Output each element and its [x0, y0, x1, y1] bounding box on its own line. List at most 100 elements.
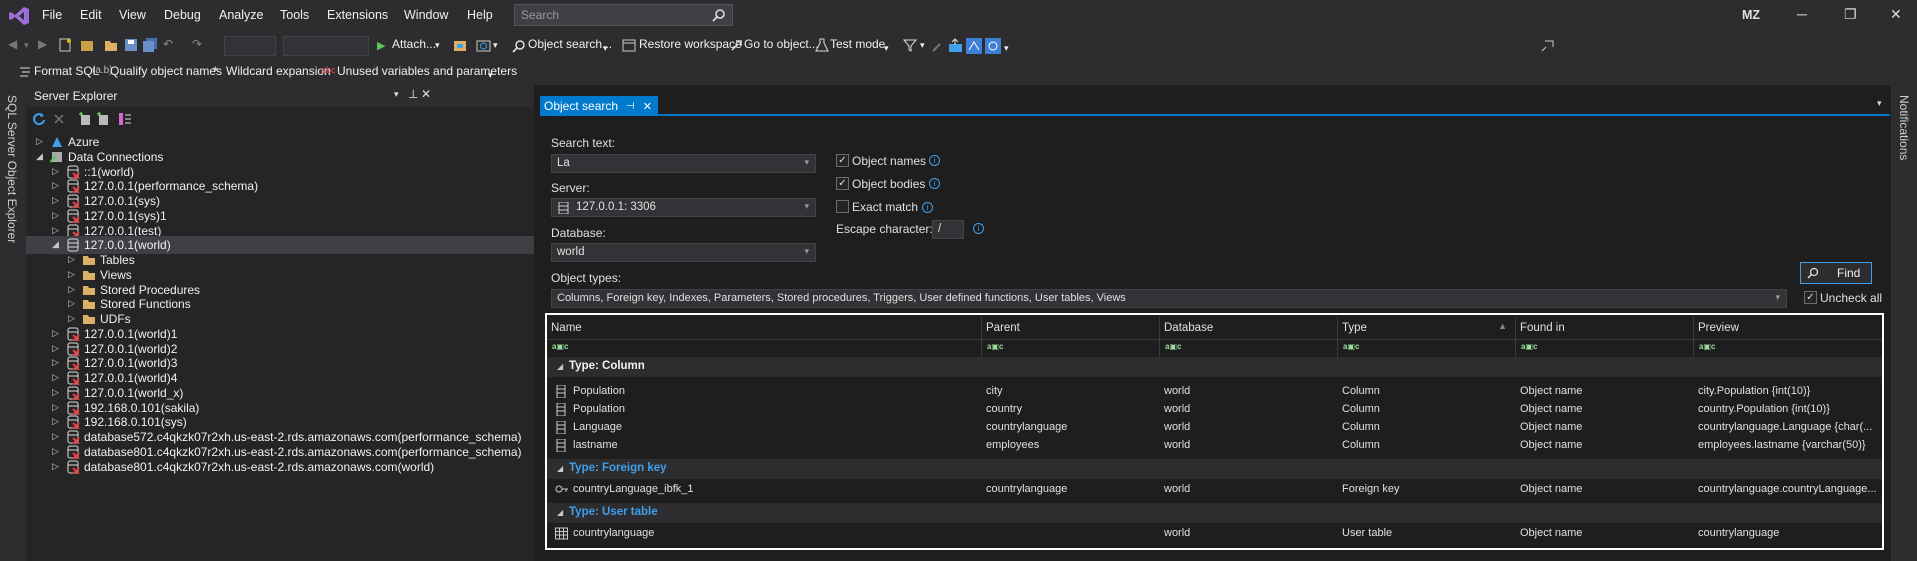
info-icon[interactable]: i — [973, 223, 984, 234]
wildcard-expansion-button[interactable]: Wildcard expansion — [226, 64, 331, 78]
menu-analyze[interactable]: Analyze — [219, 8, 263, 22]
filter-cell-found-in[interactable]: a▣c — [1516, 339, 1694, 357]
find-button[interactable]: Find — [1800, 262, 1872, 284]
filter-cell-preview[interactable]: a▣c — [1694, 339, 1882, 357]
info-icon[interactable]: i — [929, 178, 940, 189]
forward-icon[interactable]: ▶ — [38, 37, 47, 51]
attach-button[interactable]: Attach... — [392, 37, 436, 51]
panel-close-icon[interactable]: ✕ — [421, 87, 431, 101]
group-header[interactable]: ◢ Type: Column — [547, 357, 1882, 377]
menu-view[interactable]: View — [119, 8, 146, 22]
expand-arrow-icon[interactable]: ▷ — [68, 269, 75, 280]
group-header[interactable]: ◢ Type: User table — [547, 503, 1882, 523]
undo-icon[interactable]: ↶ — [163, 37, 173, 51]
menu-tools[interactable]: Tools — [280, 8, 309, 22]
export-icon[interactable] — [948, 38, 964, 54]
info-icon[interactable]: i — [922, 202, 933, 213]
expand-arrow-icon[interactable]: ▷ — [52, 431, 59, 442]
tab-list-dropdown-icon[interactable]: ▾ — [1877, 98, 1882, 109]
user-avatar[interactable]: MZ — [1742, 8, 1760, 22]
object-bodies-checkbox[interactable]: ✓ — [836, 177, 849, 190]
result-row[interactable]: countrylanguage world User table Object nam… — [547, 525, 1882, 543]
restore-workspace-button[interactable]: Restore workspace — [639, 37, 742, 51]
platform-dropdown[interactable] — [283, 36, 369, 56]
pin-icon[interactable]: ⊥ — [408, 87, 418, 101]
new-project-icon[interactable] — [80, 38, 96, 54]
dropdown-icon[interactable]: ▾ — [24, 40, 29, 51]
collapse-arrow-icon[interactable]: ◢ — [557, 508, 563, 517]
filter-icon[interactable] — [902, 38, 919, 54]
search-input[interactable]: Search — [514, 4, 733, 26]
notifications-tab[interactable]: Notifications — [1891, 85, 1917, 561]
redo-icon[interactable]: ↷ — [192, 37, 202, 51]
expand-arrow-icon[interactable]: ▷ — [68, 254, 75, 265]
object-search-icon[interactable] — [512, 39, 528, 55]
save-all-icon[interactable] — [143, 38, 159, 54]
server-combobox[interactable]: 127.0.0.1: 3306 ▾ — [551, 198, 816, 217]
collapse-arrow-icon[interactable]: ◢ — [557, 464, 563, 473]
chevron-down-icon[interactable]: ▾ — [804, 246, 809, 257]
expand-arrow-icon[interactable]: ▷ — [52, 461, 59, 472]
chevron-down-icon[interactable]: ▾ — [804, 201, 809, 212]
expand-arrow-icon[interactable]: ▷ — [52, 225, 59, 236]
object-names-checkbox[interactable]: ✓ — [836, 154, 849, 167]
uncheck-all-checkbox[interactable]: ✓ — [1804, 291, 1817, 304]
menu-edit[interactable]: Edit — [80, 8, 102, 22]
expand-arrow-icon[interactable]: ▷ — [52, 180, 59, 191]
object-types-combobox[interactable]: Columns, Foreign key, Indexes, Parameter… — [551, 289, 1787, 308]
database-combobox[interactable]: world ▾ — [551, 243, 816, 262]
restore-workspace-icon[interactable] — [622, 39, 638, 55]
result-row[interactable]: Language countrylanguage world Column Object… — [547, 419, 1882, 437]
refresh-icon[interactable] — [32, 112, 48, 128]
expand-arrow-icon[interactable]: ▷ — [68, 298, 75, 309]
filter-dropdown-icon[interactable]: ▾ — [920, 40, 925, 51]
play-icon[interactable]: ▶ — [377, 39, 385, 52]
expand-arrow-icon[interactable]: ▷ — [52, 343, 59, 354]
back-icon[interactable]: ◀ — [8, 37, 17, 51]
column-header-type[interactable]: Type ▲ — [1338, 317, 1516, 339]
group-header[interactable]: ◢ Type: Foreign key — [547, 459, 1882, 479]
camera-icon[interactable] — [476, 38, 492, 54]
column-header-database[interactable]: Database — [1160, 317, 1338, 339]
expand-arrow-icon[interactable]: ▷ — [36, 136, 43, 147]
column-header-name[interactable]: Name — [547, 317, 982, 339]
object-search-button[interactable]: Object search... — [528, 37, 612, 51]
restore-icon[interactable]: ❐ — [1844, 6, 1857, 23]
expand-arrow-icon[interactable]: ▷ — [52, 372, 59, 383]
menu-help[interactable]: Help — [467, 8, 493, 22]
test-mode-button[interactable]: Test mode — [830, 37, 885, 51]
sql-server-object-explorer-tab[interactable]: SQL Server Object Explorer — [0, 85, 26, 561]
stop-icon[interactable] — [52, 112, 68, 128]
menu-file[interactable]: File — [42, 8, 62, 22]
configuration-dropdown[interactable] — [224, 36, 276, 56]
toolbar-overflow-icon[interactable]: ▾ — [488, 70, 493, 81]
column-header-preview[interactable]: Preview — [1694, 317, 1882, 339]
expand-arrow-icon[interactable]: ▷ — [52, 446, 59, 457]
feedback-icon[interactable] — [1540, 38, 1556, 54]
open-file-icon[interactable] — [104, 38, 120, 54]
tool-icon[interactable] — [930, 38, 946, 54]
escape-character-input[interactable]: / — [932, 220, 964, 239]
object-search-dropdown-icon[interactable]: ▾ — [603, 43, 608, 54]
expand-arrow-icon[interactable]: ▷ — [68, 313, 75, 324]
expand-arrow-icon[interactable]: ▷ — [68, 284, 75, 295]
tab-pin-icon[interactable]: ⊣ — [626, 101, 635, 112]
tree-item[interactable]: ▷ database801.c4qkzk07r2xh.us-east-2.rds.… — [26, 458, 534, 476]
compare-icon[interactable] — [966, 38, 982, 54]
filter-cell-type[interactable]: a▣c — [1338, 339, 1516, 357]
more-dropdown-icon[interactable]: ▾ — [1004, 43, 1009, 54]
collapse-arrow-icon[interactable]: ◢ — [52, 239, 59, 250]
go-to-object-button[interactable]: Go to object... — [744, 37, 819, 51]
close-icon[interactable]: ✕ — [1890, 6, 1902, 23]
panel-dropdown-icon[interactable]: ▾ — [394, 89, 399, 100]
connect-database-icon[interactable] — [78, 112, 94, 128]
filter-cell-database[interactable]: a▣c — [1160, 339, 1338, 357]
exact-match-checkbox[interactable] — [836, 200, 849, 213]
chevron-down-icon[interactable]: ▾ — [804, 157, 809, 168]
expand-arrow-icon[interactable]: ▷ — [52, 416, 59, 427]
qualify-object-names-button[interactable]: Qualify object names — [110, 64, 222, 78]
save-icon[interactable] — [124, 38, 140, 54]
connect-server-icon[interactable] — [96, 112, 112, 128]
search-text-combobox[interactable]: La ▾ — [551, 154, 816, 173]
collapse-arrow-icon[interactable]: ◢ — [557, 362, 563, 371]
